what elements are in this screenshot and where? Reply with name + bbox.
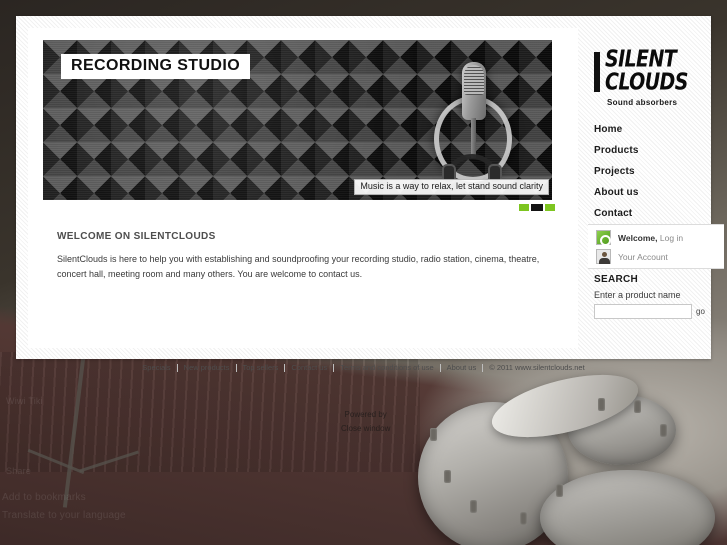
drum-lug: [660, 424, 667, 437]
logo-bar-icon: [594, 52, 600, 92]
search-submit-button[interactable]: go: [696, 307, 705, 316]
page-container: RECORDING STUDIO Music is a way to relax…: [16, 16, 724, 372]
banner-title: RECORDING STUDIO: [61, 54, 251, 79]
search-block: SEARCH Enter a product name go: [594, 274, 724, 319]
drum-lug: [430, 428, 437, 441]
account-link-row[interactable]: Your Account: [596, 249, 668, 264]
main-navigation: Home Products Projects About us Contact: [594, 119, 724, 224]
search-row: go: [594, 304, 724, 319]
nav-item-products[interactable]: Products: [594, 140, 724, 161]
search-hint-label: Enter a product name: [594, 290, 681, 300]
logo-wordmark: SILENT CLOUDS: [605, 45, 688, 96]
brand-logo[interactable]: SILENT CLOUDS Sound absorbers: [594, 45, 719, 107]
drum-lug: [470, 500, 477, 513]
logo-line-1: SILENT: [605, 45, 677, 73]
key-icon: [596, 230, 611, 246]
footer: Specials New products Top sellers Contac…: [16, 361, 711, 375]
footer-link-contact-us[interactable]: Contact us: [285, 364, 333, 372]
logo-tagline: Sound absorbers: [607, 98, 678, 107]
ghost-text-wiwi-tiki: Wiwi Tiki: [6, 396, 43, 406]
welcome-label: Welcome,: [618, 232, 658, 243]
nav-item-about-us[interactable]: About us: [594, 182, 724, 203]
nav-item-contact[interactable]: Contact: [594, 203, 724, 224]
ghost-text-translate: Translate to your language: [2, 510, 126, 521]
account-welcome-row: Welcome, Log in: [596, 230, 683, 246]
footer-link-about-us[interactable]: About us: [441, 364, 483, 372]
search-heading: SEARCH: [594, 274, 639, 285]
footer-link-terms[interactable]: Terms and conditions of use: [334, 364, 439, 372]
banner-dot-3[interactable]: [545, 204, 555, 211]
close-window-link[interactable]: Close window: [341, 422, 390, 436]
ghost-text-share: Share: [6, 466, 32, 476]
logo-line-2: CLOUDS: [605, 68, 688, 96]
drum-lug: [598, 398, 605, 411]
account-welcome-text: Welcome, Log in: [618, 233, 683, 243]
drum-lug: [444, 470, 451, 483]
powered-by-block: Powered by Close window: [341, 408, 390, 436]
footer-link-top-sellers[interactable]: Top sellers: [237, 364, 285, 372]
footer-copyright: © 2011 www.silentclouds.net: [489, 363, 585, 373]
login-link[interactable]: Log in: [660, 233, 683, 243]
user-avatar-icon: [596, 249, 611, 264]
banner-dot-2[interactable]: [531, 204, 543, 211]
microphone-stem-icon: [471, 118, 476, 158]
banner-caption: Music is a way to relax, let stand sound…: [354, 179, 549, 195]
logo-block: SILENT CLOUDS Sound absorbers: [594, 45, 719, 107]
banner-dot-1[interactable]: [519, 204, 529, 211]
drum-lug: [556, 484, 563, 497]
account-box: Welcome, Log in Your Account: [588, 224, 724, 269]
hero-banner[interactable]: RECORDING STUDIO Music is a way to relax…: [43, 40, 552, 200]
page-body-text: SilentClouds is here to help you with es…: [57, 254, 540, 279]
nav-item-home[interactable]: Home: [594, 119, 724, 140]
microphone-grille-icon: [464, 65, 484, 95]
powered-by-label: Powered by: [344, 410, 387, 419]
page-title: WELCOME ON SILENTCLOUDS: [57, 231, 216, 242]
footer-links: Specials New products Top sellers Contac…: [136, 364, 590, 372]
ghost-text-add-to-bookmarks: Add to bookmarks: [2, 492, 86, 503]
your-account-link[interactable]: Your Account: [618, 252, 668, 262]
footer-link-specials[interactable]: Specials: [136, 364, 176, 372]
search-input[interactable]: [594, 304, 692, 319]
drum-lug: [634, 400, 641, 413]
nav-item-projects[interactable]: Projects: [594, 161, 724, 182]
banner-pagination[interactable]: [519, 204, 555, 211]
drum-lug: [520, 512, 527, 525]
footer-link-new-products[interactable]: New products: [178, 364, 236, 372]
